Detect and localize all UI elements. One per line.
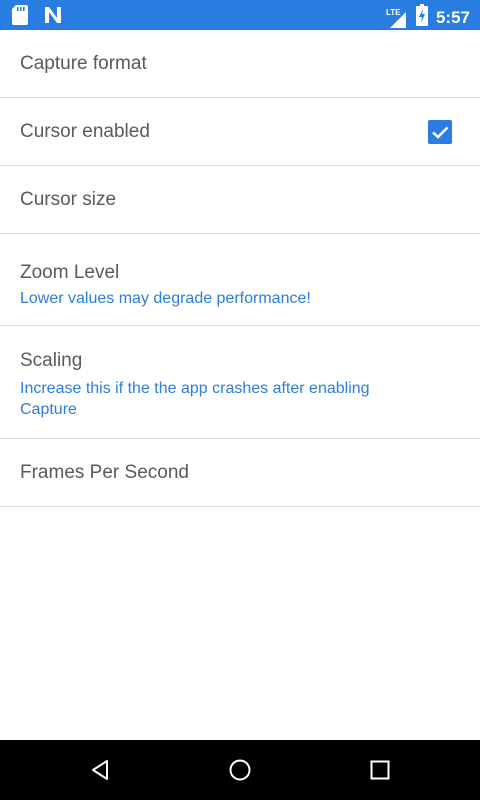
clock: 5:57 bbox=[435, 7, 470, 27]
pref-title: Cursor size bbox=[20, 188, 117, 210]
pref-summary: Increase this if the the app crashes aft… bbox=[20, 380, 370, 418]
pref-zoom-level[interactable]: Zoom Level Lower values may degrade perf… bbox=[0, 234, 480, 326]
back-icon[interactable] bbox=[88, 758, 112, 782]
preferences-list: Capture format Cursor enabled Cursor siz… bbox=[0, 30, 480, 507]
checkmark-icon bbox=[432, 126, 449, 139]
pref-scaling[interactable]: Scaling Increase this if the the app cra… bbox=[0, 326, 480, 439]
cursor-enabled-checkbox[interactable] bbox=[428, 120, 452, 144]
status-bar: LTE 5:57 bbox=[0, 0, 480, 30]
pref-title: Capture format bbox=[20, 52, 147, 74]
pref-cursor-enabled[interactable]: Cursor enabled bbox=[0, 98, 480, 166]
pref-cursor-size[interactable]: Cursor size bbox=[0, 166, 480, 234]
pref-title: Frames Per Second bbox=[20, 461, 189, 483]
pref-title: Zoom Level bbox=[20, 262, 120, 283]
notification-n-icon bbox=[44, 6, 62, 29]
sd-card-icon bbox=[12, 5, 28, 30]
pref-title: Cursor enabled bbox=[20, 120, 150, 142]
home-icon[interactable] bbox=[228, 758, 252, 782]
pref-title: Scaling bbox=[20, 350, 83, 371]
pref-summary: Lower values may degrade performance! bbox=[20, 290, 311, 307]
recents-icon[interactable] bbox=[368, 758, 392, 782]
pref-frames-per-second[interactable]: Frames Per Second bbox=[0, 439, 480, 507]
signal-icon: LTE bbox=[386, 8, 408, 28]
battery-charging-icon bbox=[415, 4, 428, 31]
pref-capture-format[interactable]: Capture format bbox=[0, 30, 480, 98]
navigation-bar bbox=[0, 740, 480, 800]
